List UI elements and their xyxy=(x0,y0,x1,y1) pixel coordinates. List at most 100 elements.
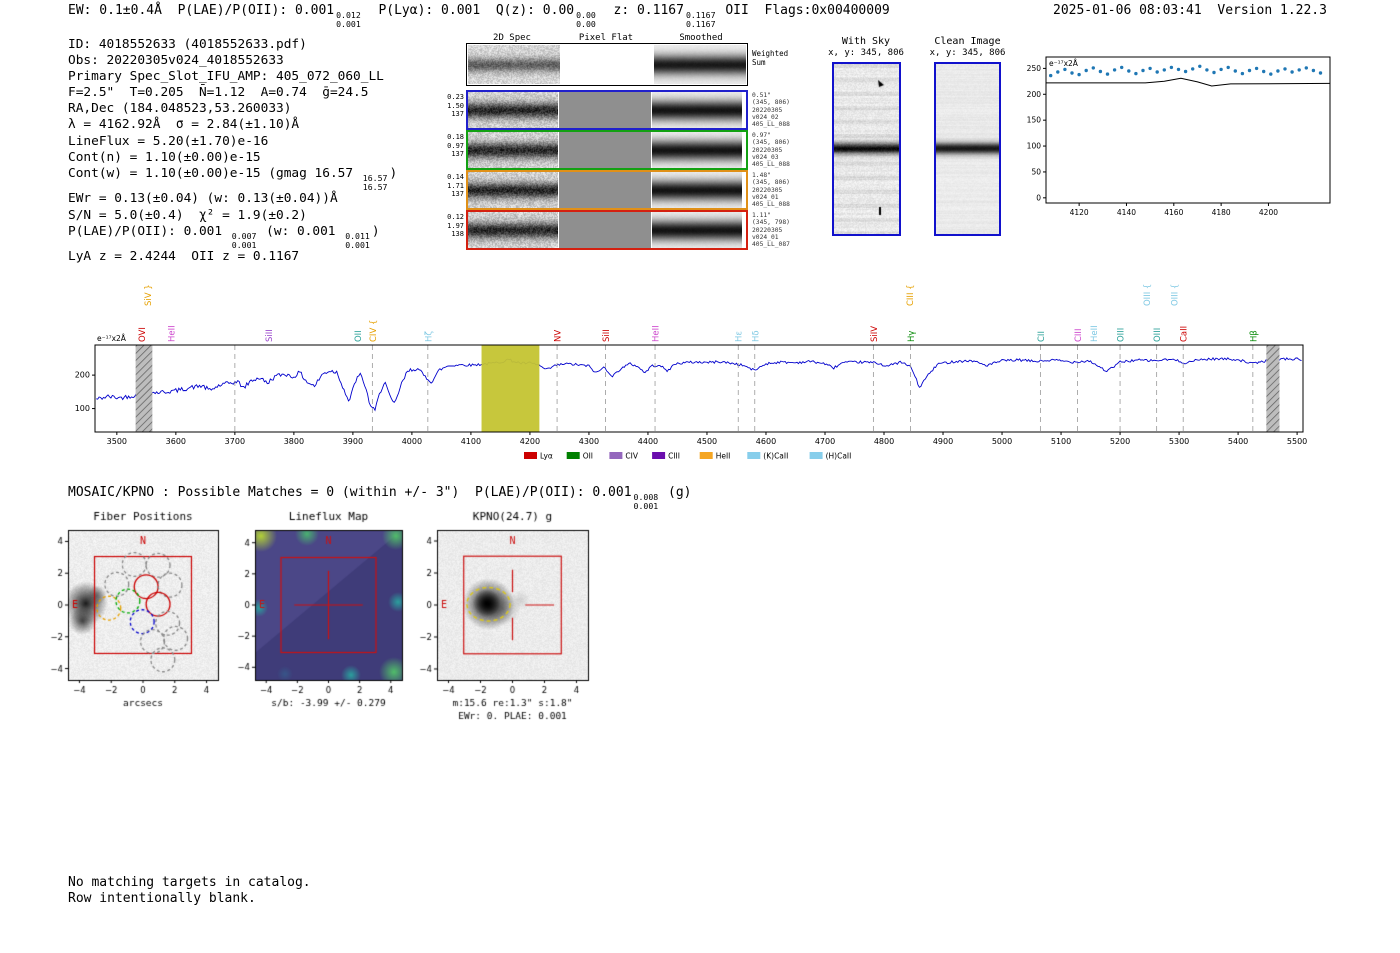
svg-text:100: 100 xyxy=(75,404,90,413)
spec2d-row xyxy=(466,130,748,170)
svg-text:CIII: CIII xyxy=(1074,329,1084,342)
svg-text:5000: 5000 xyxy=(992,437,1012,446)
full-spectrum-chart: 3500 3600 3700 3800 3900 4000 4100 4200 4300 4400… xyxy=(75,284,1308,461)
fiber-2dspec-image xyxy=(468,172,558,208)
fiber-2dspec-image xyxy=(468,132,558,168)
svg-text:HeII: HeII xyxy=(1090,325,1100,342)
info-line: Primary Spec_Slot_IFU_AMP: 405_072_060_L… xyxy=(68,69,384,85)
spec2d-section: 2D Spec Pixel Flat Smoothed Weighted Sum… xyxy=(444,30,816,255)
svg-text:4700: 4700 xyxy=(815,437,835,446)
svg-text:4180: 4180 xyxy=(1212,208,1231,217)
kpno-cutout-panel xyxy=(415,504,607,726)
fiber-row-annotation: 1.11" (345, 798) 20220305 v024_01 405_LL_087 xyxy=(752,212,790,249)
svg-text:Hδ: Hδ xyxy=(751,330,761,342)
svg-text:4900: 4900 xyxy=(933,437,953,446)
col-header-smoothed: Smoothed xyxy=(679,33,723,43)
svg-text:4120: 4120 xyxy=(1070,208,1089,217)
stacked-uncertainty: 0.1167 0.1167 xyxy=(685,10,716,29)
svg-text:100: 100 xyxy=(1027,142,1042,151)
info-line: LyA z = 2.4244 OII z = 0.1167 xyxy=(68,249,300,265)
col-header-2dspec: 2D Spec xyxy=(493,33,531,43)
spec2d-row xyxy=(466,90,748,130)
svg-text:4140: 4140 xyxy=(1117,208,1136,217)
svg-text:4500: 4500 xyxy=(697,437,717,446)
svg-text:4200: 4200 xyxy=(520,437,540,446)
detection-info-block: ID: 4018552633 (4018552633.pdf) Obs: 2022… xyxy=(68,37,397,265)
svg-text:CIV {: CIV { xyxy=(369,320,379,342)
svg-text:OII: OII xyxy=(583,452,593,461)
stacked-uncertainty: 0.011 0.001 xyxy=(345,230,370,250)
svg-text:3800: 3800 xyxy=(284,437,304,446)
info-line: Cont(n) = 1.10(±0.00)e-15 xyxy=(68,149,261,165)
svg-text:4600: 4600 xyxy=(756,437,776,446)
lineflux-map-panel xyxy=(233,504,423,716)
svg-text:CIII {: CIII { xyxy=(906,284,916,306)
stacked-uncertainty: 0.00 0.00 xyxy=(576,10,596,29)
svg-text:Hγ: Hγ xyxy=(907,331,917,342)
svg-text:OII: OII xyxy=(354,330,364,342)
svg-text:0: 0 xyxy=(1036,193,1041,202)
svg-text:OIII {: OIII { xyxy=(1170,284,1180,306)
svg-text:HeII: HeII xyxy=(168,325,178,342)
fiber-row-weights: 0.14 1.71 137 xyxy=(447,173,464,198)
svg-text:4100: 4100 xyxy=(461,437,481,446)
svg-text:5200: 5200 xyxy=(1110,437,1130,446)
svg-text:e⁻¹⁷x2Å: e⁻¹⁷x2Å xyxy=(97,334,127,343)
col-header-pixelflat: Pixel Flat xyxy=(578,33,634,43)
fiber-row-weights: 0.18 0.97 137 xyxy=(447,133,464,158)
fiber-smoothed-image xyxy=(652,92,742,128)
svg-text:3900: 3900 xyxy=(343,437,363,446)
svg-text:4400: 4400 xyxy=(638,437,658,446)
with-sky-title: With Sky xyxy=(841,36,891,47)
svg-text:SiII: SiII xyxy=(602,329,612,342)
svg-text:3500: 3500 xyxy=(107,437,127,446)
svg-text:Hε: Hε xyxy=(735,331,745,342)
timestamp-text: 2025-01-06 08:03:41 xyxy=(1053,3,1202,18)
svg-text:5300: 5300 xyxy=(1169,437,1189,446)
stacked-uncertainty: 0.007 0.001 xyxy=(231,230,257,250)
clean-image xyxy=(936,64,999,234)
svg-text:HeII: HeII xyxy=(652,325,662,342)
svg-text:4300: 4300 xyxy=(579,437,599,446)
with-sky-panel xyxy=(832,62,901,236)
fiber-row-annotation: 0.51" (345, 806) 20220305 v024_02 405_LL_088 xyxy=(752,92,790,129)
header-summary-line: EW: 0.1±0.4Å P(LAE)/P(OII): 0.001 0.012 0.… xyxy=(68,3,890,29)
fiber-pixelflat-image xyxy=(559,92,651,128)
svg-text:CIII: CIII xyxy=(668,452,680,461)
svg-text:OIII {: OIII { xyxy=(1143,284,1153,306)
svg-text:4160: 4160 xyxy=(1164,208,1183,217)
fiber-row-weights: 0.12 1.97 138 xyxy=(447,213,464,238)
info-line: Obs: 20220305v024_4018552633 xyxy=(68,53,284,69)
svg-text:4000: 4000 xyxy=(402,437,422,446)
svg-text:Lyα: Lyα xyxy=(540,452,553,461)
fiber-pixelflat-image xyxy=(559,172,651,208)
svg-text:Hζ: Hζ xyxy=(424,331,434,342)
weighted-2dspec-image xyxy=(468,45,560,84)
svg-text:OIII: OIII xyxy=(1117,328,1127,342)
timestamp-gap xyxy=(1202,3,1218,18)
fiber-smoothed-image xyxy=(652,132,742,168)
fiber-smoothed-image xyxy=(652,212,742,248)
fiber-pixelflat-image xyxy=(559,212,651,248)
weighted-smoothed-image xyxy=(654,45,746,84)
svg-text:5500: 5500 xyxy=(1287,437,1307,446)
with-sky-coords: x, y: 345, 806 xyxy=(828,48,904,58)
info-line: P(LAE)/P(OII): 0.001 0.007 0.001 (w: 0.00… xyxy=(68,223,380,250)
version-text: Version 1.22.3 xyxy=(1217,3,1327,18)
svg-text:NV: NV xyxy=(554,330,564,342)
info-line: ID: 4018552633 (4018552633.pdf) xyxy=(68,37,307,52)
fiber-row-annotation: 1.48" (345, 806) 20220305 v024_01 405_LL_088 xyxy=(752,172,790,209)
info-line: λ = 4162.92Å σ = 2.84(±1.10)Å xyxy=(68,117,300,133)
info-line: LineFlux = 5.20(±1.70)e-16 xyxy=(68,133,269,149)
svg-text:4200: 4200 xyxy=(1259,208,1278,217)
svg-text:4800: 4800 xyxy=(874,437,894,446)
svg-text:(K)CaII: (K)CaII xyxy=(763,452,788,461)
svg-text:Hβ: Hβ xyxy=(1249,330,1259,342)
info-line: RA,Dec (184.048523,53.260033) xyxy=(68,101,292,117)
stacked-uncertainty: 0.008 0.001 xyxy=(633,492,659,511)
footer-notes: No matching targets in catalog. Row inte… xyxy=(68,875,311,906)
footer-note-2: Row intentionally blank. xyxy=(68,890,256,906)
spec2d-row xyxy=(466,210,748,250)
svg-text:OIII: OIII xyxy=(1153,328,1163,342)
spec2d-row xyxy=(466,170,748,210)
